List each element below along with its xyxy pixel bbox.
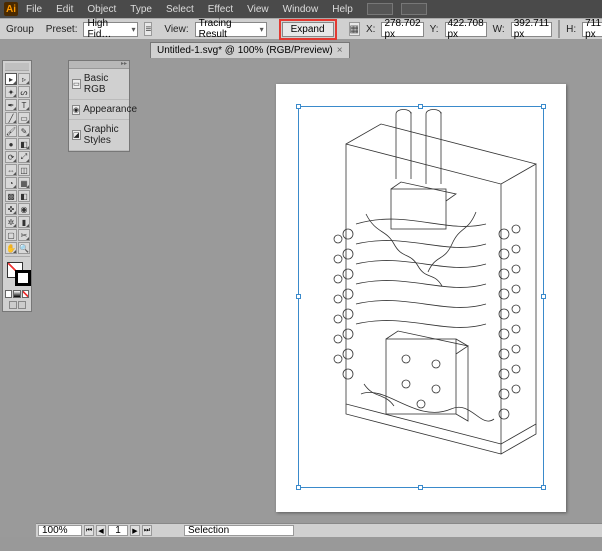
preset-select[interactable]: High Fid… <box>83 22 138 37</box>
nav-first-icon[interactable]: ⏮ <box>84 525 94 536</box>
full-screen-icon[interactable] <box>18 301 26 309</box>
direct-selection-tool[interactable]: ▹ <box>18 73 30 85</box>
w-input[interactable]: 392.711 px <box>511 22 552 37</box>
artboard-tool[interactable]: ▢ <box>5 229 17 241</box>
free-transform-tool[interactable]: ◫ <box>18 164 30 176</box>
y-label: Y: <box>430 24 439 35</box>
rectangle-tool[interactable]: ▭ <box>18 112 30 124</box>
view-label: View: <box>164 24 188 35</box>
symbol-sprayer-tool[interactable]: ✲ <box>5 216 17 228</box>
nav-next-icon[interactable]: ▶ <box>130 525 140 536</box>
menu-window[interactable]: Window <box>277 2 325 17</box>
view-select[interactable]: Tracing Result <box>195 22 267 37</box>
stroke-swatch-icon[interactable] <box>15 270 31 286</box>
handle-left-center[interactable] <box>296 294 301 299</box>
menu-effect[interactable]: Effect <box>202 2 239 17</box>
paintbrush-tool[interactable]: 🖌 <box>5 125 17 137</box>
expand-button[interactable]: Expand <box>282 22 334 37</box>
object-type-label: Group <box>6 24 34 35</box>
menu-file[interactable]: File <box>20 2 48 17</box>
h-label: H: <box>566 24 576 35</box>
preset-options-icon[interactable]: ≡ <box>144 22 152 36</box>
tab-title: Untitled-1.svg* @ 100% (RGB/Preview) <box>157 45 333 56</box>
mesh-tool[interactable]: ▩ <box>5 190 17 202</box>
rotate-tool[interactable]: ⟳ <box>5 151 17 163</box>
link-wh-icon[interactable] <box>558 20 560 38</box>
handle-bottom-center[interactable] <box>418 485 423 490</box>
status-mode[interactable]: Selection <box>184 525 294 536</box>
fill-stroke-swatches[interactable] <box>5 262 29 288</box>
y-input[interactable]: 422.708 px <box>445 22 487 37</box>
menu-select[interactable]: Select <box>160 2 200 17</box>
selection-tool[interactable]: ▸ <box>5 73 17 85</box>
line-tool[interactable]: ╱ <box>5 112 17 124</box>
slice-tool[interactable]: ✂ <box>18 229 30 241</box>
menu-edit[interactable]: Edit <box>50 2 79 17</box>
column-graph-tool[interactable]: ▮ <box>18 216 30 228</box>
blend-tool[interactable]: ◉ <box>18 203 30 215</box>
tools-header[interactable] <box>5 63 29 71</box>
expand-highlight: Expand <box>279 19 337 40</box>
normal-screen-icon[interactable] <box>9 301 17 309</box>
menu-type[interactable]: Type <box>124 2 158 17</box>
perspective-grid-tool[interactable]: ▦ <box>18 177 30 189</box>
control-bar: Group Preset: High Fid… ≡ View: Tracing … <box>0 18 602 40</box>
x-input[interactable]: 278.702 px <box>381 22 423 37</box>
w-label: W: <box>493 24 505 35</box>
handle-top-left[interactable] <box>296 104 301 109</box>
handle-right-center[interactable] <box>541 294 546 299</box>
scale-tool[interactable]: ⤢ <box>18 151 30 163</box>
nav-prev-icon[interactable]: ◀ <box>96 525 106 536</box>
handle-bottom-right[interactable] <box>541 485 546 490</box>
document-tab[interactable]: Untitled-1.svg* @ 100% (RGB/Preview) × <box>150 42 350 58</box>
eyedropper-tool[interactable]: ✜ <box>5 203 17 215</box>
preset-label: Preset: <box>46 24 78 35</box>
lasso-tool[interactable]: ᔕ <box>18 86 30 98</box>
close-tab-icon[interactable]: × <box>337 45 343 56</box>
blob-brush-tool[interactable]: ● <box>5 138 17 150</box>
pencil-tool[interactable]: ✎ <box>18 125 30 137</box>
menu-object[interactable]: Object <box>81 2 122 17</box>
type-tool[interactable]: T <box>18 99 30 111</box>
menu-help[interactable]: Help <box>326 2 359 17</box>
handle-top-center[interactable] <box>418 104 423 109</box>
canvas[interactable] <box>36 58 602 537</box>
h-input[interactable]: 711.172 px <box>582 22 602 37</box>
width-tool[interactable]: ⇔ <box>5 164 17 176</box>
document-tabs: Untitled-1.svg* @ 100% (RGB/Preview) × <box>0 40 602 58</box>
zoom-field[interactable]: 100% <box>38 525 82 536</box>
hand-tool[interactable]: ✋ <box>5 242 17 254</box>
color-mode-icon[interactable] <box>5 290 12 298</box>
transform-icon[interactable]: ▦ <box>349 22 360 36</box>
menu-view[interactable]: View <box>241 2 275 17</box>
workspace: ▸ ▹ ✦ ᔕ ✒ T ╱ ▭ 🖌 ✎ ● ◧ ⟳ ⤢ ⇔ ◫ ◔ ▦ ▩ ◧ … <box>0 58 602 537</box>
zoom-tool[interactable]: 🔍 <box>18 242 30 254</box>
handle-top-right[interactable] <box>541 104 546 109</box>
handle-bottom-left[interactable] <box>296 485 301 490</box>
artboard-number[interactable]: 1 <box>108 525 128 536</box>
magic-wand-tool[interactable]: ✦ <box>5 86 17 98</box>
eraser-tool[interactable]: ◧ <box>18 138 30 150</box>
bridge-dropdown[interactable] <box>367 3 393 15</box>
selection-bounding-box[interactable] <box>298 106 544 488</box>
nav-last-icon[interactable]: ⏭ <box>142 525 152 536</box>
status-bar: 100% ⏮ ◀ 1 ▶ ⏭ Selection <box>36 523 602 537</box>
shape-builder-tool[interactable]: ◔ <box>5 177 17 189</box>
menu-bar: Ai File Edit Object Type Select Effect V… <box>0 0 602 18</box>
gradient-tool[interactable]: ◧ <box>18 190 30 202</box>
app-logo-icon: Ai <box>4 2 18 16</box>
pen-tool[interactable]: ✒ <box>5 99 17 111</box>
arrange-dropdown[interactable] <box>401 3 427 15</box>
gradient-mode-icon[interactable] <box>13 290 20 298</box>
none-mode-icon[interactable] <box>22 290 29 298</box>
tool-separator <box>5 256 30 257</box>
x-label: X: <box>366 24 375 35</box>
tools-panel: ▸ ▹ ✦ ᔕ ✒ T ╱ ▭ 🖌 ✎ ● ◧ ⟳ ⤢ ⇔ ◫ ◔ ▦ ▩ ◧ … <box>2 60 32 312</box>
